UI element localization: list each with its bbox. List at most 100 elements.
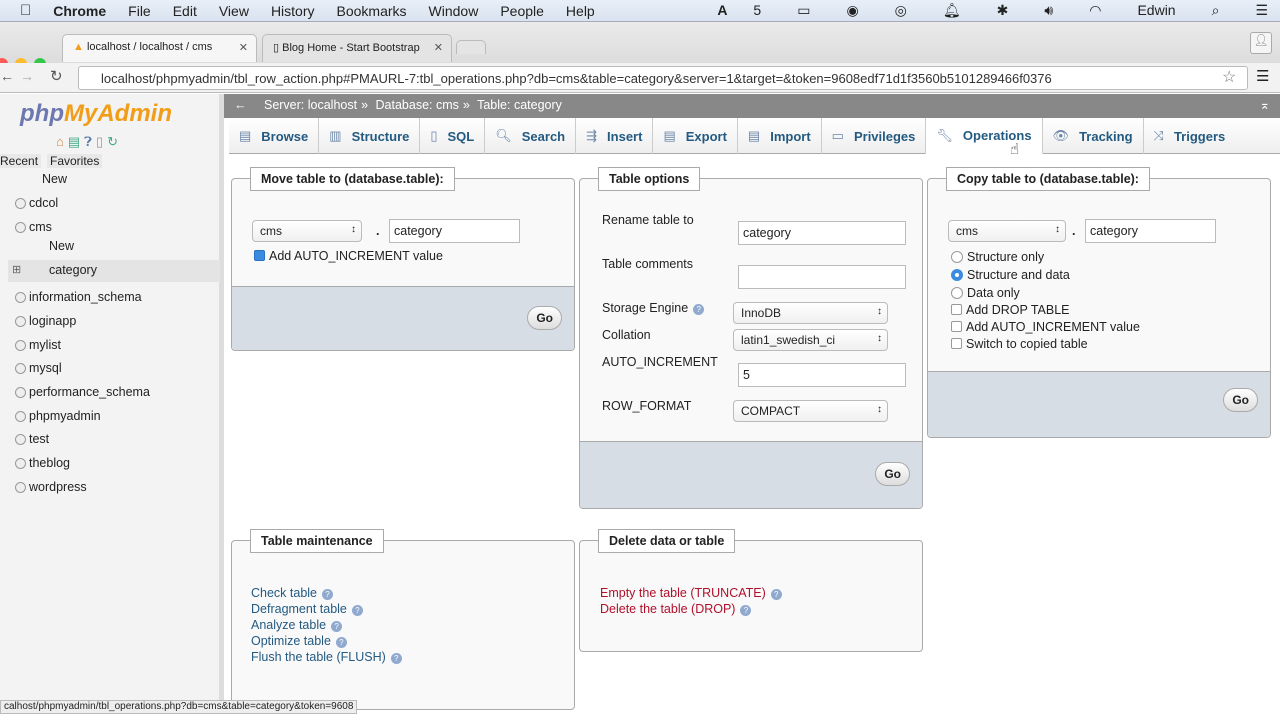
profile-icon[interactable]: 👤︎: [1250, 32, 1272, 54]
wifi-icon[interactable]: ◠: [1089, 2, 1101, 19]
truncate-table-link[interactable]: Empty the table (TRUNCATE)?: [600, 586, 782, 600]
check-table-link[interactable]: Check table?: [251, 586, 334, 600]
checkbox[interactable]: [254, 250, 265, 261]
tree-item-performance-schema[interactable]: performance_schema: [29, 385, 150, 399]
flush-table-link[interactable]: Flush the table (FLUSH)?: [251, 650, 402, 664]
menu-app[interactable]: Chrome: [53, 3, 106, 19]
apple-icon[interactable]: : [20, 2, 31, 19]
list-icon[interactable]: ☰: [1255, 2, 1268, 19]
radio-structure-and-data[interactable]: Structure and data: [951, 268, 1070, 282]
checkbox-add-drop-table[interactable]: Add DROP TABLE: [951, 303, 1070, 317]
options-go-button[interactable]: Go: [875, 462, 910, 486]
tree-item-theblog[interactable]: theblog: [29, 456, 70, 470]
defragment-table-link[interactable]: Defragment table?: [251, 602, 363, 616]
browser-tab[interactable]: ▯ Blog Home - Start Bootstrap ✕: [262, 34, 452, 62]
tree-item-category[interactable]: category: [49, 263, 97, 277]
sidebar-tab-recent[interactable]: Recent: [0, 154, 42, 168]
menu-view[interactable]: View: [219, 3, 249, 19]
notification-icon[interactable]: 🔔︎: [943, 2, 961, 19]
chrome-menu-icon[interactable]: ☰: [1256, 67, 1269, 85]
help-icon[interactable]: ?: [693, 304, 705, 315]
tab-triggers[interactable]: ⤨ Triggers: [1144, 118, 1236, 154]
rename-input[interactable]: category: [738, 221, 906, 245]
tab-sql[interactable]: ▯ SQL: [420, 118, 486, 154]
volume-icon[interactable]: 🔊︎: [1044, 2, 1053, 19]
tree-item-information-schema[interactable]: information_schema: [29, 290, 142, 304]
breadcrumb-database[interactable]: Database: cms: [376, 98, 459, 112]
refresh-icon[interactable]: ↻: [107, 134, 122, 149]
collapse-sidebar-icon[interactable]: ←: [234, 98, 247, 112]
tab-operations[interactable]: 🔧︎ Operations: [926, 118, 1043, 154]
copy-table-name-input[interactable]: category: [1085, 219, 1216, 243]
new-tab-button[interactable]: [456, 40, 486, 54]
tab-insert[interactable]: ⇶ Insert: [576, 118, 654, 154]
docs-icon[interactable]: ❓︎: [84, 134, 96, 149]
breadcrumb-server[interactable]: Server: localhost: [264, 98, 357, 112]
tab-tracking[interactable]: 👁︎ Tracking: [1043, 118, 1144, 154]
menu-people[interactable]: People: [500, 3, 544, 19]
auto-increment-input[interactable]: 5: [738, 363, 906, 387]
close-tab-icon[interactable]: ✕: [239, 41, 248, 54]
tab-privileges[interactable]: ▭ Privileges: [822, 118, 927, 154]
tab-search[interactable]: 🔍︎ Search: [485, 118, 577, 154]
tree-item-mysql[interactable]: mysql: [29, 361, 62, 375]
sidebar-tab-favorites[interactable]: Favorites: [47, 154, 103, 168]
checkbox-add-auto-increment[interactable]: Add AUTO_INCREMENT value: [951, 320, 1140, 334]
tree-item-wordpress[interactable]: wordpress: [29, 480, 87, 494]
phpmyadmin-logo[interactable]: phpMyAdmin: [20, 100, 172, 128]
tree-item-new-table[interactable]: New: [49, 239, 74, 253]
close-tab-icon[interactable]: ✕: [434, 41, 443, 54]
tab-import[interactable]: ▤ Import: [738, 118, 822, 154]
menu-window[interactable]: Window: [429, 3, 479, 19]
scroll-top-icon[interactable]: ⌅: [1260, 97, 1270, 112]
move-go-button[interactable]: Go: [527, 306, 562, 330]
menu-file[interactable]: File: [128, 3, 151, 19]
copy-db-select[interactable]: cms: [948, 220, 1066, 242]
tree-item-cdcol[interactable]: cdcol: [29, 196, 58, 210]
expand-icon[interactable]: ⊞: [12, 263, 21, 276]
display-icon[interactable]: ▭: [797, 2, 810, 19]
move-db-select[interactable]: cms: [252, 220, 362, 242]
analyze-table-link[interactable]: Analyze table?: [251, 618, 343, 632]
user-name[interactable]: Edwin: [1137, 2, 1175, 19]
record-icon[interactable]: ◉: [846, 2, 858, 19]
url-input[interactable]: localhost/phpmyadmin/tbl_row_action.php#…: [78, 66, 1248, 90]
tree-item-test[interactable]: test: [29, 432, 49, 446]
breadcrumb-table[interactable]: Table: category: [477, 98, 562, 112]
tab-export[interactable]: ▤ Export: [653, 118, 738, 154]
spotlight-icon[interactable]: ⌕: [1212, 2, 1220, 19]
drop-table-link[interactable]: Delete the table (DROP)?: [600, 602, 752, 616]
tab-browse[interactable]: ▤ Browse: [229, 118, 320, 154]
tree-item-mylist[interactable]: mylist: [29, 338, 61, 352]
tree-item-loginapp[interactable]: loginapp: [29, 314, 76, 328]
reload-icon[interactable]: ↻: [50, 67, 63, 85]
bluetooth-icon[interactable]: ✱: [997, 2, 1009, 19]
menu-edit[interactable]: Edit: [173, 3, 197, 19]
tab-structure[interactable]: ▥ Structure: [319, 118, 421, 154]
settings-icon[interactable]: ▯: [96, 134, 107, 149]
browser-tab-active[interactable]: ▲ localhost / localhost / cms ✕: [62, 34, 257, 62]
move-table-name-input[interactable]: category: [389, 219, 520, 243]
checkbox-switch-to-copied[interactable]: Switch to copied table: [951, 337, 1088, 351]
move-auto-increment-checkbox[interactable]: Add AUTO_INCREMENT value: [254, 249, 443, 263]
radio-structure-only[interactable]: Structure only: [951, 250, 1044, 264]
row-format-select[interactable]: COMPACT: [733, 400, 888, 422]
forward-icon[interactable]: →: [20, 68, 34, 84]
copy-go-button[interactable]: Go: [1223, 388, 1258, 412]
tree-item-phpmyadmin[interactable]: phpmyadmin: [29, 409, 101, 423]
creative-cloud-icon[interactable]: ◎: [895, 2, 907, 19]
menu-help[interactable]: Help: [566, 3, 595, 19]
menu-history[interactable]: History: [271, 3, 315, 19]
bookmark-star-icon[interactable]: ☆: [1222, 67, 1236, 87]
collation-select[interactable]: latin1_swedish_ci: [733, 329, 888, 351]
logout-icon[interactable]: ▤: [68, 134, 84, 149]
radio-data-only[interactable]: Data only: [951, 286, 1020, 300]
home-icon[interactable]: ⌂: [56, 134, 68, 149]
optimize-table-link[interactable]: Optimize table?: [251, 634, 347, 648]
tree-item-new-db[interactable]: New: [42, 172, 67, 186]
menu-bookmarks[interactable]: Bookmarks: [337, 3, 407, 19]
comments-input[interactable]: [738, 265, 906, 289]
storage-engine-select[interactable]: InnoDB: [733, 302, 888, 324]
adobe-icon[interactable]: A 5: [717, 2, 761, 19]
tree-item-cms[interactable]: cms: [29, 220, 52, 234]
